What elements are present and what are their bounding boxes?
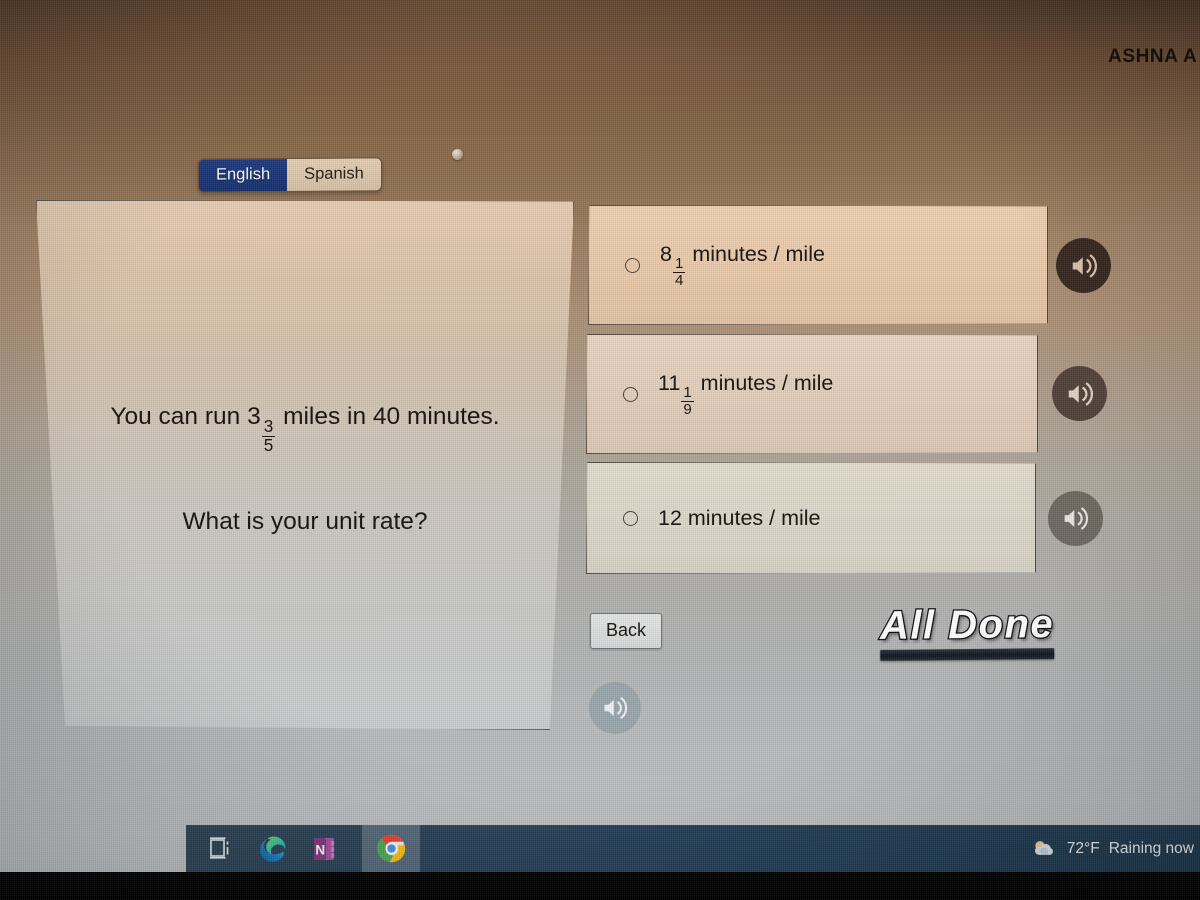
- chrome-icon[interactable]: [376, 834, 406, 864]
- windows-taskbar[interactable]: N 72°F Raining now: [186, 825, 1200, 872]
- question-prefix: You can run 3: [110, 403, 261, 430]
- radio-button-2[interactable]: [623, 386, 638, 402]
- speaker-icon-answer-2[interactable]: [1052, 366, 1107, 421]
- svg-text:N: N: [315, 842, 325, 857]
- tab-spanish[interactable]: Spanish: [287, 158, 381, 191]
- answer-choice-3[interactable]: 12 minutes / mile: [586, 462, 1036, 574]
- task-view-glyph: [210, 836, 229, 859]
- task-view-icon[interactable]: [206, 834, 236, 864]
- back-button[interactable]: Back: [590, 613, 663, 649]
- speaker-icon: [1068, 381, 1093, 406]
- fraction-denominator: 5: [261, 434, 276, 455]
- answer-numerator-2: 1: [683, 384, 692, 402]
- question-text: You can run 335 miles in 40 minutes. Wha…: [37, 401, 573, 538]
- answer-label-1: 814 minutes / mile: [660, 242, 825, 288]
- radio-button-3[interactable]: [623, 510, 638, 526]
- answer-choice-2[interactable]: 11 1 9 minutes / mile: [586, 334, 1038, 454]
- answer-unit-2: minutes / mile: [694, 371, 834, 396]
- answer-denominator-1: 4: [672, 271, 686, 289]
- question-suffix: miles in 40 minutes.: [276, 403, 500, 430]
- onenote-glyph: N: [314, 837, 335, 860]
- speaker-icon: [1072, 253, 1097, 278]
- fraction-numerator: 3: [263, 416, 274, 437]
- answer-unit-3: minutes / mile: [681, 505, 821, 530]
- radio-button-1[interactable]: [625, 257, 640, 273]
- speaker-icon-answer-3[interactable]: [1048, 491, 1103, 546]
- weather-temperature: 72°F: [1066, 839, 1100, 857]
- weather-condition: Raining now: [1108, 839, 1194, 857]
- speaker-icon-question[interactable]: [589, 682, 641, 734]
- edge-icon[interactable]: [258, 834, 288, 864]
- question-line-1: You can run 335 miles in 40 minutes.: [37, 401, 573, 454]
- answer-label-2: 11 1 9 minutes / mile: [658, 371, 833, 417]
- answer-fraction-2: 19: [681, 384, 694, 418]
- answer-denominator-2: 9: [681, 400, 694, 418]
- question-line-2: What is your unit rate?: [182, 508, 428, 536]
- all-done-underline: [880, 648, 1055, 662]
- speaker-icon-answer-1[interactable]: [1056, 238, 1111, 293]
- all-done-label: All Done: [878, 601, 1055, 649]
- speaker-icon: [1064, 507, 1089, 530]
- cloud-icon: [1034, 840, 1053, 855]
- answer-label-3: 12 minutes / mile: [658, 506, 821, 531]
- taskbar-icon-group: N: [206, 825, 420, 872]
- question-panel: You can run 335 miles in 40 minutes. Wha…: [36, 200, 574, 730]
- speaker-icon: [604, 697, 628, 719]
- language-toggle[interactable]: English Spanish: [198, 157, 382, 193]
- chrome-glyph: [376, 834, 405, 863]
- chrome-taskbar-cell[interactable]: [362, 825, 420, 872]
- student-name-header: ASHNA A: [1108, 46, 1198, 67]
- answer-whole-2: 11: [658, 371, 681, 396]
- answer-fraction-1: 14: [672, 255, 686, 289]
- onenote-icon[interactable]: N: [310, 834, 340, 864]
- edge-glyph: [260, 836, 286, 862]
- answer-whole-1: 8: [660, 242, 672, 267]
- screen-photo: ASHNA A English Spanish You can run 335 …: [0, 0, 1200, 900]
- answer-whole-3: 12: [658, 505, 682, 530]
- answer-unit-1: minutes / mile: [686, 242, 825, 267]
- answer-numerator-1: 1: [674, 255, 684, 273]
- answer-choice-1[interactable]: 814 minutes / mile: [588, 205, 1048, 325]
- weather-widget[interactable]: 72°F Raining now: [1031, 839, 1194, 859]
- screen-speck: [452, 149, 463, 160]
- all-done-button[interactable]: All Done: [878, 601, 1056, 662]
- question-fraction: 35: [261, 416, 276, 455]
- tab-english[interactable]: English: [199, 159, 288, 192]
- laptop-bezel-bottom: [0, 872, 1200, 900]
